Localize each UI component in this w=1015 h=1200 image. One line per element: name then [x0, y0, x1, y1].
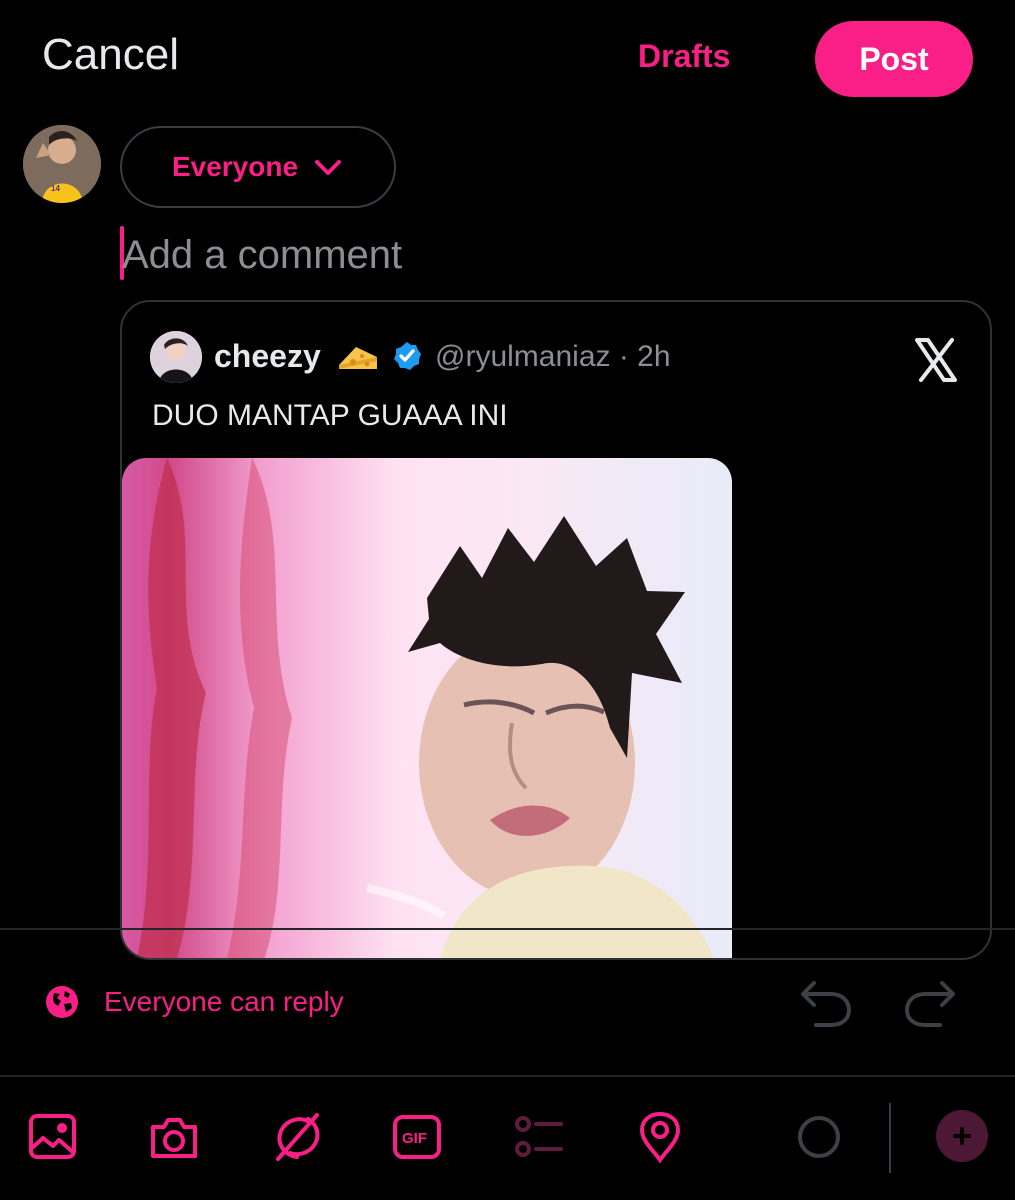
cheese-emoji-icon — [339, 347, 377, 369]
composer-header: Cancel Drafts Post — [0, 0, 1015, 118]
media-photo — [136, 458, 714, 958]
audience-selector[interactable]: Everyone — [120, 126, 396, 208]
top-divider — [0, 928, 1015, 930]
plus-icon — [953, 1127, 971, 1145]
grok-button[interactable] — [270, 1110, 324, 1164]
quoted-post-text: DUO MANTAP GUAAA INI — [152, 399, 508, 432]
x-logo-icon — [915, 338, 957, 382]
quoted-user-avatar — [150, 331, 202, 383]
undo-icon[interactable] — [796, 975, 854, 1029]
reply-settings[interactable]: Everyone can reply — [0, 960, 1015, 1040]
poll-icon — [515, 1116, 563, 1157]
svg-text:GIF: GIF — [402, 1130, 427, 1147]
cancel-button[interactable]: Cancel — [42, 30, 179, 80]
post-button[interactable]: Post — [815, 21, 973, 97]
add-thread-button[interactable] — [936, 1110, 988, 1162]
globe-icon — [46, 986, 78, 1018]
toolbar-separator — [889, 1103, 891, 1173]
drafts-button[interactable]: Drafts — [638, 38, 730, 75]
verified-badge-icon — [394, 342, 421, 370]
progress-ring-icon — [798, 1116, 840, 1158]
quoted-user-name: cheezy — [214, 338, 321, 374]
quoted-post-media[interactable] — [122, 458, 732, 958]
redo-icon[interactable] — [902, 975, 960, 1029]
camera-icon — [151, 1118, 197, 1158]
svg-text:14: 14 — [51, 184, 60, 193]
quoted-user-avatar-image — [150, 331, 202, 383]
toolbar-divider — [0, 1075, 1015, 1077]
quoted-user-handle-time: @ryulmaniaz · 2h — [435, 340, 671, 373]
user-avatar[interactable]: 14 — [23, 125, 101, 203]
reply-permission-label: Everyone can reply — [104, 986, 344, 1017]
character-count-indicator — [792, 1110, 846, 1164]
gif-icon: GIF — [393, 1115, 441, 1159]
camera-button[interactable] — [147, 1110, 201, 1164]
user-avatar-image: 14 — [23, 125, 101, 203]
image-icon — [29, 1114, 76, 1159]
poll-button[interactable] — [511, 1110, 565, 1164]
quoted-post-card[interactable]: cheezy @ryulmaniaz · 2h DUO MANTAP GUAAA… — [120, 300, 992, 960]
comment-input[interactable] — [122, 230, 982, 280]
audience-label: Everyone — [171, 151, 299, 182]
image-button[interactable] — [26, 1110, 80, 1164]
gif-button[interactable]: GIF — [390, 1110, 444, 1164]
composer-toolbar: GIF — [0, 1080, 1015, 1200]
location-button[interactable] — [633, 1110, 687, 1164]
chevron-down-icon — [315, 160, 342, 175]
location-icon — [639, 1111, 681, 1164]
grok-icon — [276, 1113, 320, 1161]
